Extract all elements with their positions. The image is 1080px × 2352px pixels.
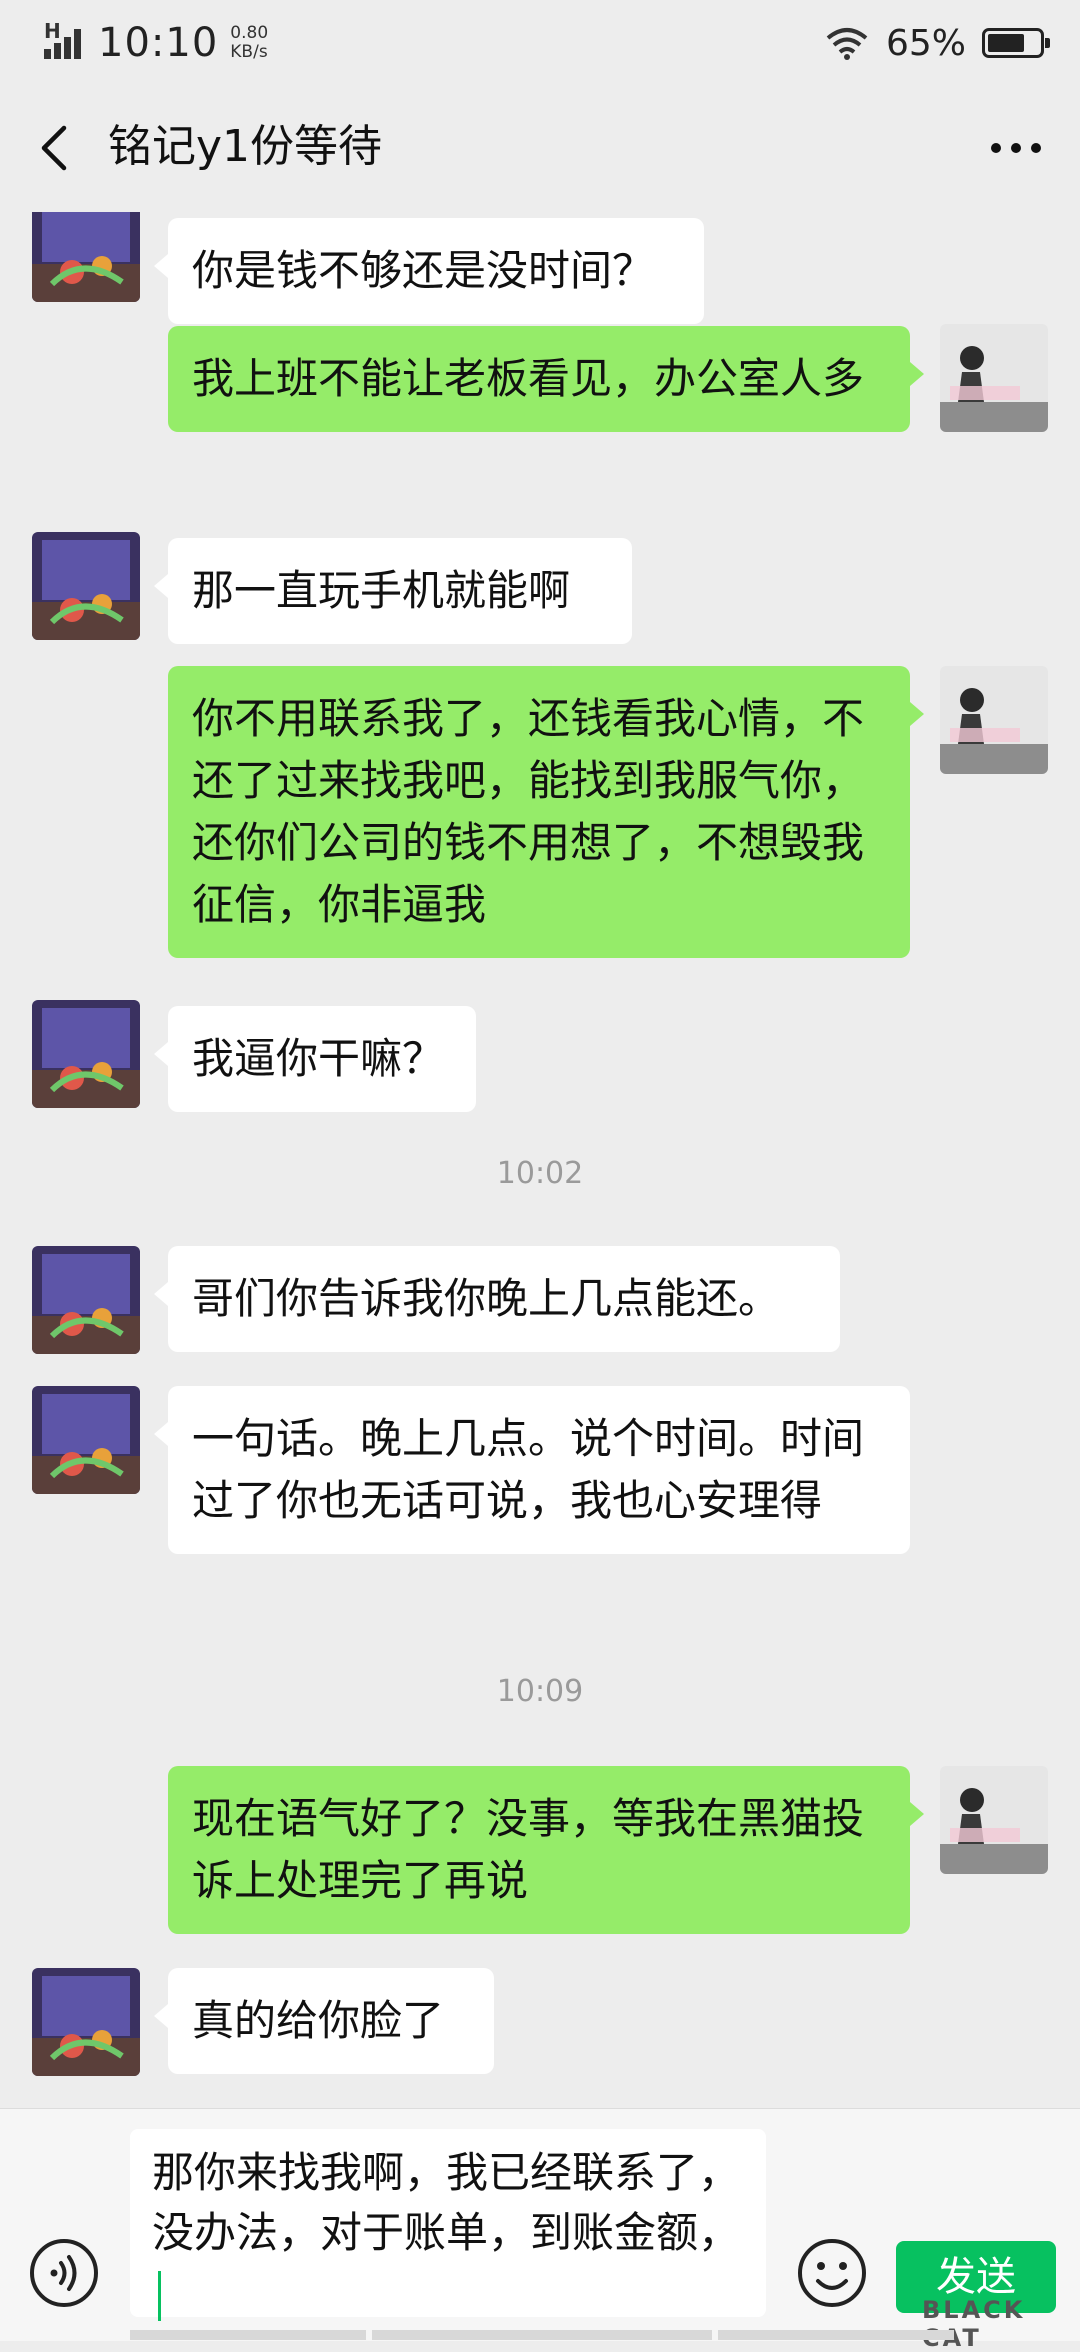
timestamp: 10:02 [496,1156,584,1191]
text-cursor [158,2270,161,2321]
message-bubble-incoming[interactable]: 真的给你脸了 [154,1968,494,2074]
network-speed-unit: KB/s [230,42,268,62]
signal-icon: H [44,19,84,63]
contact-avatar[interactable] [32,1386,140,1494]
chat-title: 铭记y1份等待 [108,121,383,172]
message-bubble-incoming[interactable]: 我逼你干嘛？ [154,1006,476,1112]
my-avatar[interactable] [940,1766,1048,1874]
message-bubble-outgoing[interactable]: 我上班不能让老板看见，办公室人多 [168,326,924,432]
more-options-icon[interactable] [988,126,1044,170]
nav-indicator [718,2330,954,2340]
voice-input-icon[interactable] [28,2237,100,2309]
contact-avatar[interactable] [32,1246,140,1354]
nav-indicator [372,2330,712,2340]
contact-avatar[interactable] [32,1000,140,1108]
message-list[interactable]: 你是钱不够还是没时间？ 我上班不能让老板看见，办公室人多 那一直玩手机就能啊 你… [0,212,1080,2108]
wifi-icon [826,28,868,60]
message-bubble-incoming[interactable]: 一句话。晚上几点。说个时间。时间过了你也无话可说，我也心安理得 [154,1386,910,1554]
chat-header: 铭记y1份等待 [0,84,1080,212]
status-time: 10:10 [98,20,219,66]
my-avatar[interactable] [940,666,1048,774]
message-bubble-outgoing[interactable]: 现在语气好了？没事，等我在黑猫投诉上处理完了再说 [168,1766,924,1934]
status-bar: H 10:10 0.80 KB/s 65% [0,0,1080,84]
contact-avatar[interactable] [32,532,140,640]
message-input[interactable]: 那你来找我啊，我已经联系了，没办法，对于账单，到账金额， [130,2129,766,2321]
message-bubble-incoming[interactable]: 那一直玩手机就能啊 [154,538,632,644]
network-speed-value: 0.80 [230,23,269,43]
battery-icon [982,28,1050,58]
watermark-text: BLACK CAT [922,2296,1026,2352]
message-bubble-outgoing[interactable]: 你不用联系我了，还钱看我心情，不还了过来找我吧，能找到我服气你，还你们公司的钱不… [168,666,924,958]
message-input-text: 那你来找我啊，我已经联系了，没办法，对于账单，到账金额， [152,2148,741,2257]
back-arrow-icon[interactable] [30,120,80,176]
input-bar: 那你来找我啊，我已经联系了，没办法，对于账单，到账金额， 发送 [0,2108,1080,2341]
contact-avatar[interactable] [32,1968,140,2076]
message-bubble-incoming[interactable]: 哥们你告诉我你晚上几点能还。 [154,1246,840,1352]
network-speed: 0.80 KB/s [230,24,268,62]
network-type: H [44,19,61,43]
nav-indicator [130,2330,366,2340]
message-bubble-incoming[interactable]: 你是钱不够还是没时间？ [154,218,704,324]
emoji-icon[interactable] [796,2237,868,2309]
battery-percent: 65% [885,22,966,64]
timestamp: 10:09 [496,1674,584,1709]
my-avatar[interactable] [940,324,1048,432]
contact-avatar[interactable] [32,212,140,302]
